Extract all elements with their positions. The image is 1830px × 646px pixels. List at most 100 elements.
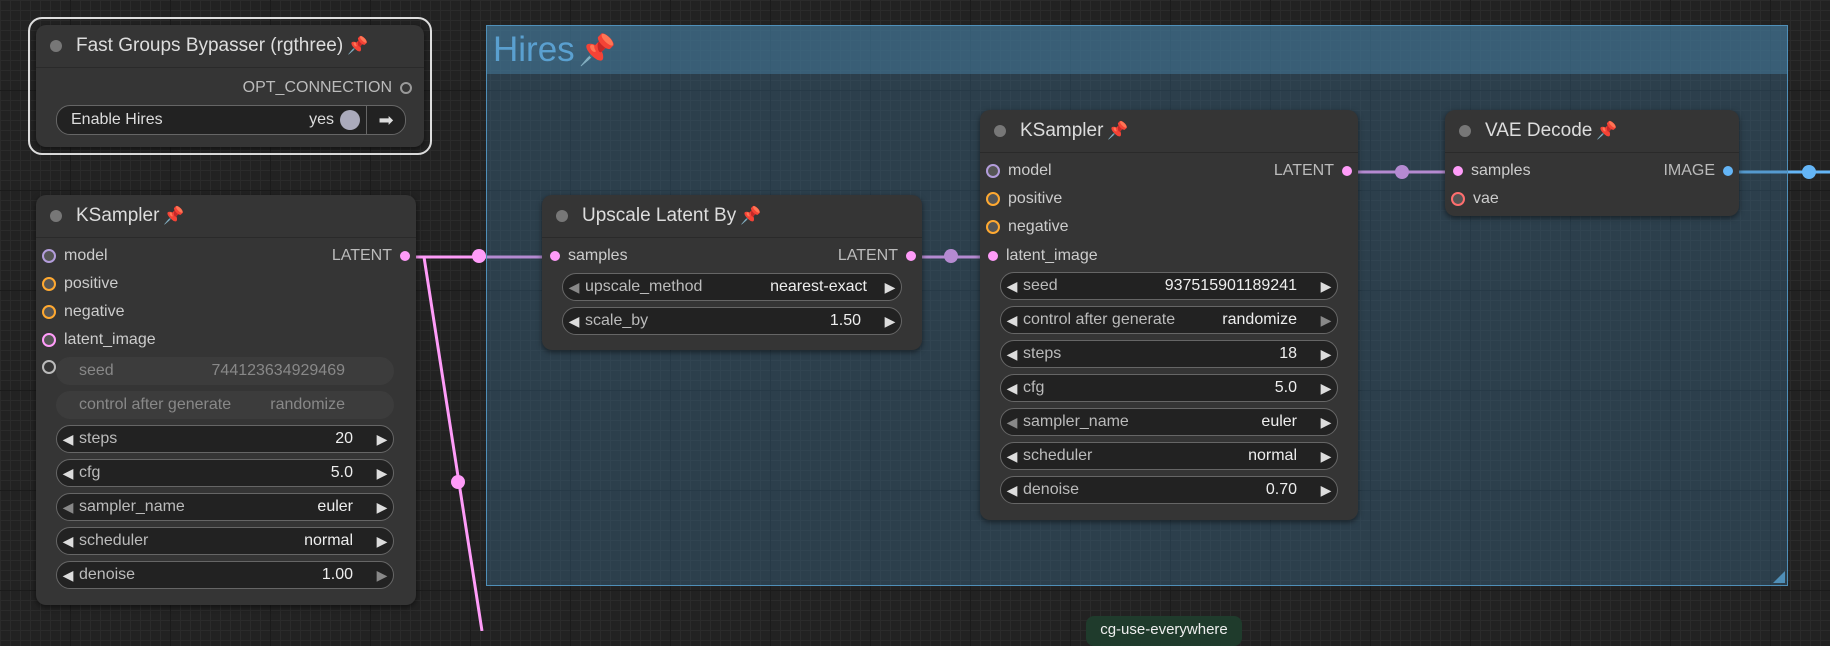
- decrement-arrow-icon[interactable]: ◀: [57, 431, 79, 448]
- widget-upscale-method[interactable]: ◀ upscale_method nearest-exact ▶: [562, 273, 902, 301]
- resize-handle[interactable]: [1773, 571, 1785, 583]
- node-fast-groups-bypasser[interactable]: Fast Groups Bypasser (rgthree) 📌 OPT_CON…: [36, 25, 424, 147]
- decrement-arrow-icon[interactable]: ◀: [1001, 380, 1023, 397]
- widget-sampler-name[interactable]: ◀ sampler_name euler ▶: [1000, 408, 1338, 436]
- link-midpoint[interactable]: [451, 475, 465, 489]
- output-slot-icon[interactable]: [400, 251, 410, 261]
- output-slot-icon[interactable]: [400, 82, 412, 94]
- input-slot-icon[interactable]: [1451, 192, 1465, 206]
- node-header[interactable]: KSampler 📌: [980, 110, 1358, 153]
- widget-cfg[interactable]: ◀ cfg 5.0 ▶: [1000, 374, 1338, 402]
- node-header[interactable]: VAE Decode 📌: [1445, 110, 1739, 153]
- output-latent[interactable]: LATENT: [332, 247, 410, 265]
- widget-control-after-generate[interactable]: ◀ control after generate randomize ▶: [1000, 306, 1338, 334]
- node-header[interactable]: KSampler 📌: [36, 195, 416, 238]
- input-slot-icon[interactable]: [42, 249, 56, 263]
- increment-arrow-icon[interactable]: ▶: [1315, 346, 1337, 363]
- input-samples[interactable]: samples: [1453, 162, 1531, 180]
- increment-arrow-icon[interactable]: ▶: [1315, 448, 1337, 465]
- decrement-arrow-icon[interactable]: ◀: [563, 279, 585, 296]
- input-slot-icon[interactable]: [986, 192, 1000, 206]
- widget-denoise[interactable]: ◀ denoise 1.00 ▶: [56, 561, 394, 589]
- output-image[interactable]: IMAGE: [1663, 162, 1733, 180]
- output-opt-connection[interactable]: OPT_CONNECTION: [243, 79, 412, 97]
- decrement-arrow-icon[interactable]: ◀: [57, 533, 79, 550]
- node-badge[interactable]: cg-use-everywhere: [1086, 616, 1242, 646]
- decrement-arrow-icon[interactable]: ◀: [57, 499, 79, 516]
- decrement-arrow-icon[interactable]: ◀: [1001, 414, 1023, 431]
- output-slot-icon[interactable]: [1342, 166, 1352, 176]
- node-ksampler-1[interactable]: KSampler 📌 model positive negative laten…: [36, 195, 416, 605]
- node-header[interactable]: Upscale Latent By 📌: [542, 195, 922, 238]
- group-header[interactable]: Hires 📌: [487, 26, 1787, 74]
- input-slot-icon[interactable]: [1453, 166, 1463, 176]
- toggle-enable-hires[interactable]: Enable Hires yes ➡: [56, 105, 406, 135]
- widget-cfg[interactable]: ◀ cfg 5.0 ▶: [56, 459, 394, 487]
- widget-name: scale_by: [585, 312, 649, 329]
- increment-arrow-icon[interactable]: ▶: [879, 313, 901, 330]
- decrement-arrow-icon[interactable]: ◀: [1001, 448, 1023, 465]
- input-slot-icon[interactable]: [986, 164, 1000, 178]
- output-latent[interactable]: LATENT: [838, 247, 916, 265]
- input-slot-icon[interactable]: [986, 220, 1000, 234]
- collapse-dot-icon[interactable]: [50, 40, 62, 52]
- input-latent-image[interactable]: latent_image: [988, 247, 1098, 265]
- input-slot-icon[interactable]: [42, 305, 56, 319]
- input-slot-icon[interactable]: [42, 333, 56, 347]
- input-model[interactable]: model: [986, 162, 1052, 180]
- node-header[interactable]: Fast Groups Bypasser (rgthree) 📌: [36, 25, 424, 68]
- increment-arrow-icon[interactable]: ▶: [1315, 312, 1337, 329]
- input-slot-icon[interactable]: [42, 360, 56, 374]
- input-slot-icon[interactable]: [988, 251, 998, 261]
- input-negative[interactable]: negative: [42, 303, 125, 321]
- widget-scheduler[interactable]: ◀ scheduler normal ▶: [1000, 442, 1338, 470]
- output-latent[interactable]: LATENT: [1274, 162, 1352, 180]
- decrement-arrow-icon[interactable]: ◀: [1001, 278, 1023, 295]
- increment-arrow-icon[interactable]: ▶: [371, 533, 393, 550]
- input-slot-icon[interactable]: [550, 251, 560, 261]
- node-ksampler-2[interactable]: KSampler 📌 model positive negative laten…: [980, 110, 1358, 520]
- increment-arrow-icon[interactable]: ▶: [1315, 380, 1337, 397]
- widget-scheduler[interactable]: ◀ scheduler normal ▶: [56, 527, 394, 555]
- input-model[interactable]: model: [42, 247, 108, 265]
- widget-seed[interactable]: ◀ seed 937515901189241 ▶: [1000, 272, 1338, 300]
- increment-arrow-icon[interactable]: ▶: [371, 431, 393, 448]
- link-midpoint[interactable]: [472, 249, 486, 263]
- increment-arrow-icon[interactable]: ▶: [1315, 414, 1337, 431]
- collapse-dot-icon[interactable]: [556, 210, 568, 222]
- decrement-arrow-icon[interactable]: ◀: [1001, 346, 1023, 363]
- increment-arrow-icon[interactable]: ▶: [1315, 278, 1337, 295]
- collapse-dot-icon[interactable]: [994, 125, 1006, 137]
- decrement-arrow-icon[interactable]: ◀: [563, 313, 585, 330]
- decrement-arrow-icon[interactable]: ◀: [1001, 312, 1023, 329]
- input-samples[interactable]: samples: [550, 247, 628, 265]
- input-vae[interactable]: vae: [1451, 190, 1499, 208]
- toggle-knob-icon[interactable]: [340, 110, 360, 130]
- widget-sampler-name[interactable]: ◀ sampler_name euler ▶: [56, 493, 394, 521]
- widget-steps[interactable]: ◀ steps 20 ▶: [56, 425, 394, 453]
- widget-denoise[interactable]: ◀ denoise 0.70 ▶: [1000, 476, 1338, 504]
- increment-arrow-icon[interactable]: ▶: [879, 279, 901, 296]
- node-vae-decode[interactable]: VAE Decode 📌 samples vae IMAGE: [1445, 110, 1739, 216]
- increment-arrow-icon[interactable]: ▶: [371, 499, 393, 516]
- input-positive[interactable]: positive: [42, 275, 118, 293]
- collapse-dot-icon[interactable]: [1459, 125, 1471, 137]
- increment-arrow-icon[interactable]: ▶: [371, 465, 393, 482]
- link-midpoint[interactable]: [1802, 165, 1816, 179]
- widget-scale-by[interactable]: ◀ scale_by 1.50 ▶: [562, 307, 902, 335]
- goto-group-arrow-icon[interactable]: ➡: [366, 106, 405, 134]
- node-upscale-latent-by[interactable]: Upscale Latent By 📌 samples LATENT ◀ ups…: [542, 195, 922, 350]
- widget-steps[interactable]: ◀ steps 18 ▶: [1000, 340, 1338, 368]
- output-slot-icon[interactable]: [906, 251, 916, 261]
- decrement-arrow-icon[interactable]: ◀: [57, 465, 79, 482]
- increment-arrow-icon[interactable]: ▶: [1315, 482, 1337, 499]
- input-slot-icon[interactable]: [42, 277, 56, 291]
- output-slot-icon[interactable]: [1723, 166, 1733, 176]
- collapse-dot-icon[interactable]: [50, 210, 62, 222]
- input-positive[interactable]: positive: [986, 190, 1062, 208]
- increment-arrow-icon[interactable]: ▶: [371, 567, 393, 584]
- decrement-arrow-icon[interactable]: ◀: [1001, 482, 1023, 499]
- decrement-arrow-icon[interactable]: ◀: [57, 567, 79, 584]
- input-latent-image[interactable]: latent_image: [42, 331, 156, 349]
- input-negative[interactable]: negative: [986, 218, 1069, 236]
